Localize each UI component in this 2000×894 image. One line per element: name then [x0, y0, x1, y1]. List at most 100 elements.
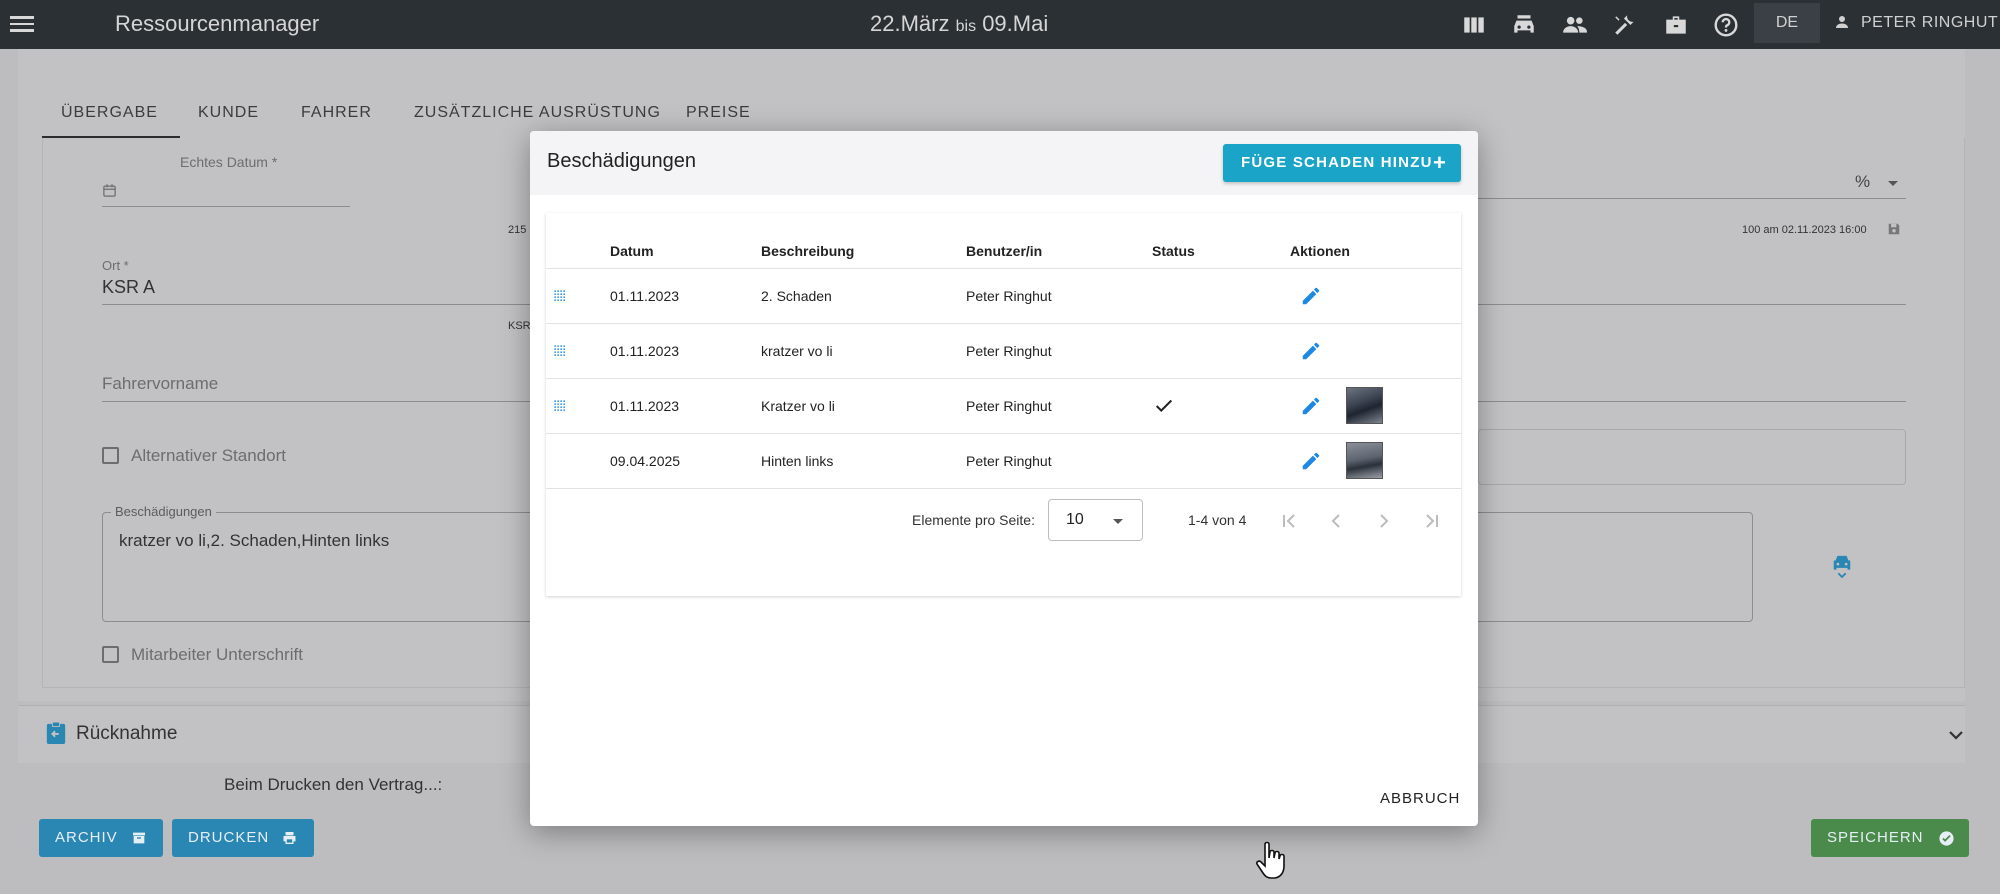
driver-first-name-input[interactable]: Fahrervorname	[102, 374, 218, 394]
cancel-button[interactable]: ABBRUCH	[1380, 790, 1460, 807]
cell-description: Hinten links	[761, 453, 834, 469]
hand-cursor-icon	[1256, 841, 1285, 879]
save-button-label: SPEICHERN	[1827, 829, 1924, 846]
print-button-label: DRUCKEN	[188, 829, 270, 846]
dialog-title: Beschädigungen	[547, 150, 697, 172]
date-separator: bis	[955, 18, 977, 35]
saved-hint: 100 am 02.11.2023 16:00	[1742, 224, 1867, 236]
edit-icon[interactable]	[1300, 450, 1322, 472]
table-row[interactable]: 01.11.2023 kratzer vo li Peter Ringhut	[546, 323, 1461, 378]
column-header-actions: Aktionen	[1290, 243, 1350, 259]
handover-section-header	[18, 49, 1965, 57]
cell-date: 09.04.2025	[610, 453, 681, 469]
cell-user: Peter Ringhut	[966, 453, 1052, 469]
people-icon[interactable]	[1562, 12, 1588, 38]
chevron-down-icon	[1113, 519, 1123, 524]
drag-handle-icon[interactable]	[553, 399, 567, 413]
chevron-down-icon[interactable]	[1888, 181, 1898, 186]
previous-page-icon[interactable]	[1324, 509, 1348, 533]
dialog-header: Beschädigungen FÜGE SCHADEN HINZU +	[530, 131, 1478, 195]
cell-user: Peter Ringhut	[966, 288, 1052, 304]
archive-button[interactable]: ARCHIV	[39, 819, 163, 857]
cell-date: 01.11.2023	[610, 288, 680, 304]
add-damage-button-label: FÜGE SCHADEN HINZU	[1241, 154, 1433, 171]
user-menu[interactable]: PETER RINGHUT	[1833, 14, 1998, 32]
car-damage-icon[interactable]	[1831, 553, 1853, 579]
tab-uebergabe[interactable]: ÜBERGABE	[61, 104, 158, 122]
alt-location-field[interactable]	[1478, 429, 1906, 485]
column-header-date[interactable]: Datum	[610, 243, 654, 259]
add-damage-button[interactable]: FÜGE SCHADEN HINZU +	[1223, 144, 1461, 182]
tab-zusaetzliche-ausruestung[interactable]: ZUSÄTZLICHE AUSRÜSTUNG	[414, 104, 661, 122]
cell-user: Peter Ringhut	[966, 398, 1052, 414]
location-value[interactable]: KSR A	[102, 277, 155, 298]
tools-icon[interactable]	[1612, 12, 1638, 38]
next-page-icon[interactable]	[1372, 509, 1396, 533]
mileage-hint: 215	[508, 224, 527, 236]
cell-user: Peter Ringhut	[966, 343, 1052, 359]
cell-date: 01.11.2023	[610, 398, 680, 414]
language-switch[interactable]: DE	[1754, 3, 1820, 43]
drag-handle-icon[interactable]	[553, 344, 567, 358]
cell-date: 01.11.2023	[610, 343, 680, 359]
damages-dialog: Beschädigungen FÜGE SCHADEN HINZU + Datu…	[530, 131, 1478, 826]
real-date-label: Echtes Datum *	[180, 154, 278, 170]
alt-location-checkbox[interactable]	[102, 447, 119, 464]
drag-handle-icon[interactable]	[553, 289, 567, 303]
table-row[interactable]: 09.04.2025 Hinten links Peter Ringhut	[546, 433, 1461, 488]
damages-label: Beschädigungen	[111, 504, 216, 519]
employee-signature-checkbox[interactable]	[102, 646, 119, 663]
calendar-icon[interactable]	[102, 183, 117, 198]
edit-icon[interactable]	[1300, 285, 1322, 307]
location-hint: KSR	[508, 320, 531, 332]
edit-icon[interactable]	[1300, 340, 1322, 362]
date-to: 09.Mai	[982, 11, 1049, 36]
car-icon[interactable]	[1511, 12, 1537, 38]
alt-location-label: Alternativer Standort	[131, 446, 286, 465]
help-icon[interactable]	[1713, 12, 1739, 38]
percent-select[interactable]: %	[1855, 172, 1870, 192]
plus-icon: +	[1432, 150, 1447, 175]
column-header-status[interactable]: Status	[1152, 243, 1195, 259]
first-page-icon[interactable]	[1277, 509, 1301, 533]
app-title: Ressourcenmanager	[115, 11, 320, 36]
print-button[interactable]: DRUCKEN	[172, 819, 314, 857]
percent-underline	[1478, 198, 1906, 199]
check-icon	[1155, 399, 1173, 413]
check-circle-icon	[1939, 831, 1954, 846]
save-icon	[1888, 223, 1900, 235]
location-label: Ort *	[102, 258, 129, 273]
cell-description: kratzer vo li	[761, 343, 833, 359]
menu-icon[interactable]	[10, 12, 34, 36]
pagination-range: 1-4 von 4	[1188, 512, 1247, 528]
damage-photo-thumbnail[interactable]	[1346, 387, 1383, 424]
table-pagination: Elemente pro Seite: 10 1-4 von 4	[546, 488, 1461, 552]
damage-photo-thumbnail[interactable]	[1346, 442, 1383, 479]
column-header-user[interactable]: Benutzer/in	[966, 243, 1042, 259]
clipboard-icon	[46, 721, 66, 744]
column-header-description[interactable]: Beschreibung	[761, 243, 854, 259]
briefcase-icon[interactable]	[1663, 12, 1689, 38]
table-row[interactable]: 01.11.2023 Kratzer vo li Peter Ringhut	[546, 378, 1461, 433]
archive-button-label: ARCHIV	[55, 829, 118, 846]
real-date-input[interactable]	[102, 206, 350, 207]
items-per-page-select[interactable]: 10	[1048, 499, 1143, 541]
edit-icon[interactable]	[1300, 395, 1322, 417]
tab-fahrer[interactable]: FAHRER	[301, 104, 372, 122]
print-note: Beim Drucken den Vertrag...:	[224, 775, 443, 794]
user-name: PETER RINGHUT	[1861, 14, 1999, 31]
table-row[interactable]: 01.11.2023 2. Schaden Peter Ringhut	[546, 268, 1461, 323]
tab-preise[interactable]: PREISE	[686, 104, 751, 122]
chevron-down-icon[interactable]	[1947, 726, 1965, 744]
columns-icon[interactable]	[1461, 12, 1487, 38]
damages-text: kratzer vo li,2. Schaden,Hinten links	[119, 531, 390, 550]
top-app-bar: Ressourcenmanager 22.März bis 09.Mai DE …	[0, 0, 2000, 49]
save-button[interactable]: SPEICHERN	[1811, 819, 1969, 857]
items-per-page-label: Elemente pro Seite:	[912, 512, 1035, 528]
return-section-title: Rücknahme	[76, 723, 178, 744]
last-page-icon[interactable]	[1420, 509, 1444, 533]
tab-kunde[interactable]: KUNDE	[198, 104, 259, 122]
date-range[interactable]: 22.März bis 09.Mai	[870, 11, 1048, 37]
items-per-page-value: 10	[1066, 511, 1084, 528]
damages-table: Datum Beschreibung Benutzer/in Status Ak…	[546, 213, 1461, 596]
